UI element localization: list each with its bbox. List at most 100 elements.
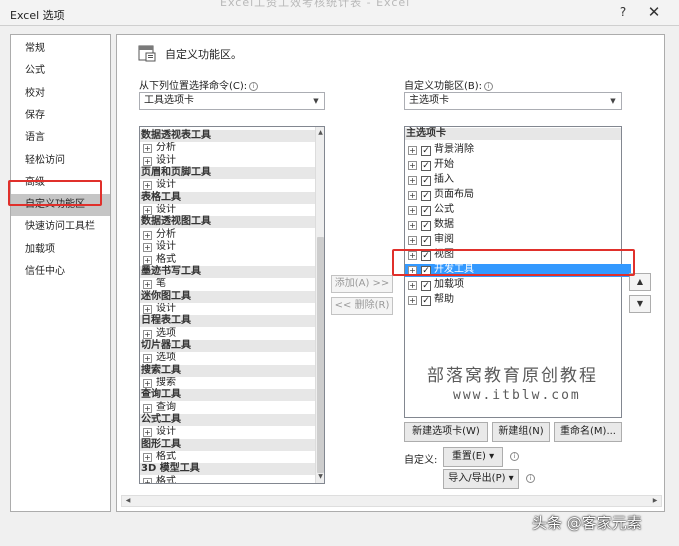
content-hscrollbar[interactable]: ◀ ▶ xyxy=(121,495,662,507)
nav-item[interactable]: 公式 xyxy=(11,60,110,82)
nav-item[interactable]: 轻松访问 xyxy=(11,150,110,172)
checkbox[interactable]: ✓ xyxy=(421,266,431,276)
expand-icon[interactable]: + xyxy=(143,428,152,438)
checkbox[interactable]: ✓ xyxy=(421,176,431,186)
add-button[interactable]: 添加(A) >> xyxy=(331,275,393,293)
expand-icon[interactable]: + xyxy=(143,304,152,314)
expand-icon[interactable]: + xyxy=(408,281,417,290)
expand-icon[interactable]: + xyxy=(143,477,152,483)
command-item[interactable]: + 设计 xyxy=(140,179,315,191)
customize-ribbon-dropdown[interactable]: 主选项卡 ▼ xyxy=(404,92,622,110)
checkbox[interactable]: ✓ xyxy=(421,206,431,216)
nav-item[interactable]: 常规 xyxy=(11,38,110,60)
command-item[interactable]: + 分析 xyxy=(140,229,315,241)
checkbox[interactable]: ✓ xyxy=(421,221,431,231)
nav-item[interactable]: 高级 xyxy=(11,172,110,194)
scroll-thumb[interactable] xyxy=(317,237,324,473)
import-export-dropdown[interactable]: 导入/导出(P) ▾ xyxy=(443,469,519,489)
rename-button[interactable]: 重命名(M)... xyxy=(554,422,622,442)
expand-icon[interactable]: + xyxy=(143,379,152,388)
command-item[interactable]: + 笔 xyxy=(140,278,315,290)
ribbon-tab-item[interactable]: + ✓ 公式 xyxy=(405,204,621,217)
command-item[interactable]: + 格式 xyxy=(140,254,315,266)
command-item[interactable]: + 设计 xyxy=(140,303,315,315)
move-up-button[interactable]: ▲ xyxy=(629,273,651,291)
command-item[interactable]: + 分析 xyxy=(140,142,315,154)
ribbon-tab-item[interactable]: + ✓ 背景消除 xyxy=(405,144,621,157)
move-down-button[interactable]: ▼ xyxy=(629,295,651,313)
command-group-header[interactable]: 搜索工具 xyxy=(140,364,315,377)
command-item[interactable]: + 选项 xyxy=(140,328,315,340)
command-group-header[interactable]: 切片器工具 xyxy=(140,339,315,352)
ribbon-tab-item[interactable]: + ✓ 帮助 xyxy=(405,294,621,307)
command-item[interactable]: + 设计 xyxy=(140,426,315,438)
checkbox[interactable]: ✓ xyxy=(421,161,431,171)
expand-icon[interactable]: + xyxy=(143,280,152,290)
command-item[interactable]: + 设计 xyxy=(140,155,315,167)
expand-icon[interactable]: + xyxy=(408,251,417,260)
expand-icon[interactable]: + xyxy=(143,181,152,191)
nav-item[interactable]: 保存 xyxy=(11,105,110,127)
expand-icon[interactable]: + xyxy=(143,243,152,253)
command-item[interactable]: + 设计 xyxy=(140,241,315,253)
nav-item[interactable]: 快速访问工具栏 xyxy=(11,216,110,238)
choose-commands-dropdown[interactable]: 工具选项卡 ▼ xyxy=(139,92,325,110)
command-item[interactable]: + 搜索 xyxy=(140,377,315,389)
nav-item[interactable]: 自定义功能区 xyxy=(11,194,110,217)
command-item[interactable]: + 格式 xyxy=(140,451,315,463)
nav-item[interactable]: 信任中心 xyxy=(11,261,110,283)
scroll-up-icon[interactable]: ▲ xyxy=(316,127,324,139)
command-group-header[interactable]: 图形工具 xyxy=(140,438,315,451)
expand-icon[interactable]: + xyxy=(143,230,152,240)
expand-icon[interactable]: + xyxy=(408,161,417,170)
new-tab-button[interactable]: 新建选项卡(W) xyxy=(404,422,488,442)
ribbon-tab-item[interactable]: + ✓ 加载项 xyxy=(405,279,621,292)
command-group-header[interactable]: 数据透视表工具 xyxy=(140,130,315,142)
expand-icon[interactable]: + xyxy=(408,176,417,185)
expand-icon[interactable]: + xyxy=(143,206,152,216)
ribbon-tab-item[interactable]: + ✓ 审阅 xyxy=(405,234,621,247)
command-group-header[interactable]: 页眉和页脚工具 xyxy=(140,167,315,180)
command-group-header[interactable]: 数据透视图工具 xyxy=(140,216,315,229)
expand-icon[interactable]: + xyxy=(143,453,152,463)
command-item[interactable]: + 格式 xyxy=(140,476,315,483)
checkbox[interactable]: ✓ xyxy=(421,191,431,201)
expand-icon[interactable]: + xyxy=(143,144,152,154)
ribbon-tab-item[interactable]: + ✓ 数据 xyxy=(405,219,621,232)
new-group-button[interactable]: 新建组(N) xyxy=(492,422,550,442)
ribbon-tab-item[interactable]: + ✓ 页面布局 xyxy=(405,189,621,202)
checkbox[interactable]: ✓ xyxy=(421,146,431,156)
command-group-header[interactable]: 3D 模型工具 xyxy=(140,463,315,476)
expand-icon[interactable]: + xyxy=(143,354,152,364)
nav-item[interactable]: 校对 xyxy=(11,83,110,105)
expand-icon[interactable]: + xyxy=(408,191,417,200)
command-item[interactable]: + 设计 xyxy=(140,204,315,216)
commands-list[interactable]: + 格式 3D 模型工具 + 格式 图形工具 + 设计 公式工具 + 查询 查询工具 + 搜索 搜索工具 + 选… xyxy=(139,126,325,484)
command-group-header[interactable]: 查询工具 xyxy=(140,389,315,402)
help-button[interactable]: ? xyxy=(612,2,634,22)
scroll-right-icon[interactable]: ▶ xyxy=(649,496,661,506)
expand-icon[interactable]: + xyxy=(143,255,152,265)
command-group-header[interactable]: 日程表工具 xyxy=(140,315,315,328)
scroll-left-icon[interactable]: ◀ xyxy=(122,496,134,506)
checkbox[interactable]: ✓ xyxy=(421,251,431,261)
reset-dropdown[interactable]: 重置(E) ▾ xyxy=(443,447,503,467)
command-group-header[interactable]: 迷你图工具 xyxy=(140,290,315,303)
commands-list-scrollbar[interactable]: ▲ ▼ xyxy=(315,127,324,483)
ribbon-tab-item[interactable]: + ✓ 视图 xyxy=(405,249,621,262)
command-item[interactable]: + 查询 xyxy=(140,402,315,414)
checkbox[interactable]: ✓ xyxy=(421,281,431,291)
ribbon-tab-item[interactable]: + ✓ 插入 xyxy=(405,174,621,187)
expand-icon[interactable]: + xyxy=(408,206,417,215)
command-group-header[interactable]: 墨迹书写工具 xyxy=(140,265,315,278)
command-item[interactable]: + 选项 xyxy=(140,352,315,364)
command-group-header[interactable]: 公式工具 xyxy=(140,414,315,427)
ribbon-tab-item[interactable]: + ✓ 开发工具 xyxy=(405,264,631,277)
command-group-header[interactable]: 表格工具 xyxy=(140,191,315,204)
remove-button[interactable]: << 删除(R) xyxy=(331,297,393,315)
checkbox[interactable]: ✓ xyxy=(421,236,431,246)
expand-icon[interactable]: + xyxy=(408,146,417,155)
expand-icon[interactable]: + xyxy=(143,403,152,413)
expand-icon[interactable]: + xyxy=(408,221,417,230)
expand-icon[interactable]: + xyxy=(143,156,152,166)
